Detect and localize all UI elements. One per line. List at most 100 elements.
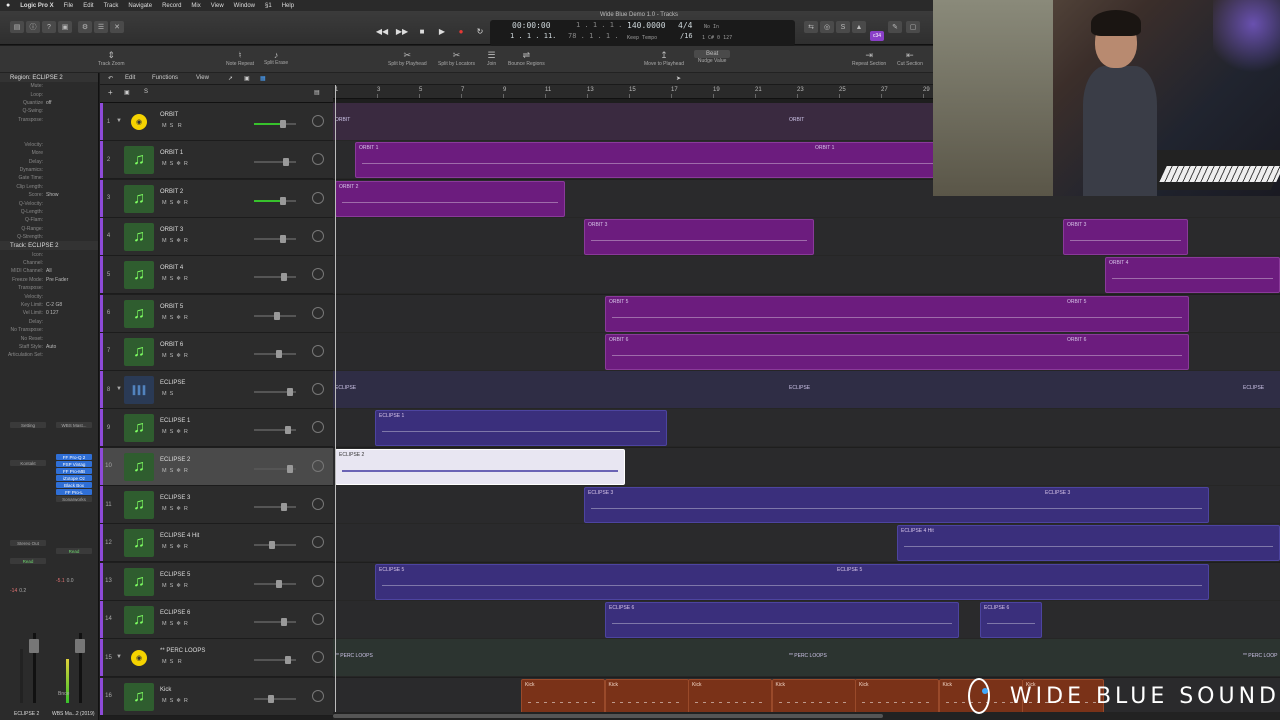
freeze-button[interactable]: ❄ [176,506,181,512]
volume-slider[interactable] [254,234,296,243]
inspector-param-row[interactable]: Dynamics: [0,166,98,174]
track-name[interactable]: ECLIPSE 2 [160,457,190,463]
record-enable-button[interactable]: R [184,200,188,206]
browser-icon[interactable]: ▢ [906,21,920,33]
midi-region[interactable]: ECLIPSE 5 ECLIPSE 5 [375,563,1209,600]
inspector-param-row[interactable]: Gate Time: [0,174,98,182]
automation-read[interactable]: Read [10,558,46,564]
view-menu[interactable]: View [196,75,209,81]
track-lane[interactable]: ORBIT 4 [333,256,1280,295]
folder-region-label[interactable]: ** PERC LOOPS [335,653,373,659]
track-lane[interactable]: ECLIPSE 2 [333,447,1280,486]
record-enable-button[interactable]: R [184,276,188,282]
volume-slider[interactable] [254,311,296,320]
inspector-param-row[interactable]: Transpose: [0,284,98,292]
volume-slider[interactable] [254,464,296,473]
volume-knob[interactable] [274,311,281,320]
editors-icon[interactable]: ✕ [110,21,124,33]
track-header[interactable]: 11 ♫ ECLIPSE 3 M S ❄ R [100,486,333,524]
record-enable-button[interactable]: R [184,238,188,244]
record-enable-button[interactable]: R [184,429,188,435]
track-name[interactable]: ECLIPSE 5 [160,572,190,578]
pan-knob[interactable] [312,689,324,702]
volume-knob[interactable] [284,426,291,435]
track-name[interactable]: ORBIT 5 [160,304,183,310]
volume-slider[interactable] [254,579,296,588]
freeze-button[interactable]: ❄ [176,429,181,435]
volume-slider[interactable] [254,349,296,358]
help-icon[interactable]: ? [42,21,56,33]
pan-knob[interactable] [312,651,324,664]
move-to-playhead-tool[interactable]: ↥ Move to Playhead [644,50,684,67]
track-header[interactable]: 4 ♫ ORBIT 3 M S ❄ R [100,217,333,256]
folder-region-label[interactable]: ECLIPSE [1243,385,1264,391]
track-header[interactable]: 2 ♫ ORBIT 1 M S ❄ R [100,141,333,180]
inspector-param-row[interactable]: More [0,149,98,157]
freeze-button[interactable]: ❄ [176,583,181,589]
solo-button[interactable]: S [170,506,174,512]
record-enable-button[interactable]: R [184,583,188,589]
track-lane[interactable]: ECLIPSE 3 ECLIPSE 3 [333,486,1280,524]
track-lane[interactable]: ECLIPSE 1 [333,409,1280,448]
track-header[interactable]: 14 ♫ ECLIPSE 6 M S ❄ R [100,600,333,639]
midi-region[interactable]: ORBIT 3 [1063,218,1188,255]
track-list-menu-icon[interactable]: ▤ [314,89,320,96]
track-zoom-tool[interactable]: ⇕ Track Zoom [98,50,124,67]
mute-button[interactable]: M [162,353,167,359]
volume-knob[interactable] [281,273,288,282]
inspector-param-row[interactable]: Transpose: [0,116,98,124]
solo-button[interactable]: S [170,468,174,474]
solo-button[interactable]: S [170,315,174,321]
folder-region-label[interactable]: ORBIT [789,117,804,123]
midi-region[interactable]: ECLIPSE 2 [335,448,625,485]
record-enable-button[interactable]: R [184,161,188,167]
track-lane[interactable]: ECLIPSE 6 ECLIPSE 6 [333,600,1280,639]
track-name[interactable]: ORBIT 3 [160,227,183,233]
volume-slider[interactable] [254,541,296,550]
volume-knob[interactable] [284,656,291,665]
solo-button[interactable]: S [170,353,174,359]
pan-knob[interactable] [312,574,324,587]
midi-region[interactable]: ECLIPSE 1 [375,410,667,447]
inspector-param-row[interactable] [0,132,98,140]
master-automation-read[interactable]: Read [56,548,92,554]
left-fader-cap[interactable] [29,639,39,653]
pan-knob[interactable] [312,383,324,396]
inspector-param-row[interactable]: Score: Show [0,191,98,199]
solo-button[interactable]: S [170,698,174,704]
inspector-param-row[interactable]: Mute: [0,82,98,90]
freeze-button[interactable]: ❄ [176,161,181,167]
folder-region-label[interactable]: ECLIPSE [335,385,356,391]
record-enable-button[interactable]: R [176,659,182,665]
disclosure-triangle-icon[interactable]: ▼ [116,654,122,660]
volume-knob[interactable] [281,617,288,626]
param-value[interactable]: Show [46,192,59,198]
split-erase-tool[interactable]: ♪ Split Erase [264,50,288,66]
volume-knob[interactable] [280,196,287,205]
menu-navigate[interactable]: Navigate [128,3,152,9]
track-header[interactable]: 7 ♫ ORBIT 6 M S ❄ R [100,332,333,371]
pointer-tool-icon[interactable]: ➚ [228,75,233,82]
control-badge[interactable]: c34 [870,31,884,41]
scroll-thumb[interactable] [333,714,883,718]
volume-slider[interactable] [254,120,296,128]
toolbar-icon[interactable]: ▣ [58,21,72,33]
mute-button[interactable]: M [162,506,167,512]
mute-button[interactable]: M [162,391,167,397]
midi-region[interactable]: ECLIPSE 6 [980,601,1042,638]
tuner-icon[interactable]: ◎ [820,21,834,33]
track-lane[interactable]: ORBIT 3 ORBIT 3 [333,217,1280,256]
volume-slider[interactable] [254,388,296,397]
folder-region-label[interactable]: ** PERC LOOP [1243,653,1277,659]
back-icon[interactable]: ↶ [108,75,113,82]
track-lane[interactable]: ECLIPSE 5 ECLIPSE 5 [333,562,1280,601]
volume-knob[interactable] [286,464,293,473]
volume-slider[interactable] [254,617,296,626]
cut-section-tool[interactable]: ⇤ Cut Section [897,50,923,67]
inspector-param-row[interactable]: No Reset: [0,334,98,342]
track-lane[interactable]: ECLIPSE ECLIPSE ECLIPSE [333,371,1280,410]
volume-knob[interactable] [280,120,287,128]
solo-icon[interactable]: S [836,21,850,33]
track-header[interactable]: 13 ♫ ECLIPSE 5 M S ❄ R [100,562,333,601]
plugin-slot[interactable]: FF Pro-MB [56,468,92,474]
